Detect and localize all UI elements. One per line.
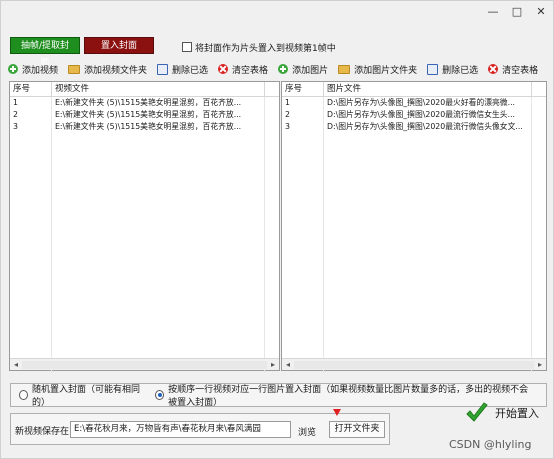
first-frame-checkbox[interactable] [182, 42, 192, 52]
scroll-track[interactable] [22, 360, 267, 369]
clear-icon [218, 64, 229, 74]
start-label: 开始置入 [495, 407, 539, 420]
title-bar: — □ ✕ [1, 1, 553, 27]
column-header-no[interactable]: 序号 [282, 82, 324, 96]
table-row[interactable]: 1 D:\图片另存为\头像图_撰图\2020最火好看的漂亮微... [282, 97, 546, 109]
folder-icon [338, 64, 351, 74]
add-video-button[interactable]: 添加视频 [8, 61, 58, 77]
row-number: 3 [282, 121, 324, 133]
delete-selected-images-button[interactable]: 删除已选 [427, 61, 478, 77]
scroll-track[interactable] [294, 360, 534, 369]
row-file: D:\图片另存为\头像图_撰图\2020最流行微信头像女文... [324, 121, 532, 133]
folder-icon [68, 64, 81, 74]
video-table[interactable]: 序号 视频文件 1 E:\新建文件夹 (5)\1515美艳女明星混剪，百花齐放.… [9, 81, 280, 373]
table-empty-area [282, 133, 546, 373]
table-row[interactable]: 2 E:\新建文件夹 (5)\1515美艳女明星混剪，百花齐放... [10, 109, 279, 121]
add-image-button[interactable]: 添加图片 [278, 61, 328, 77]
add-icon [8, 64, 18, 74]
watermark: CSDN @hlyling [449, 438, 532, 451]
toolbar: 添加视频 添加视频文件夹 删除已选 清空表格 添加图片 添加图片文件夹 删除已选 [8, 61, 548, 77]
add-image-folder-label: 添加图片文件夹 [354, 65, 418, 76]
add-icon [278, 64, 289, 74]
first-frame-label: 将封面作为片头置入到视频第1帧中 [195, 43, 336, 54]
add-image-folder-button[interactable]: 添加图片文件夹 [338, 61, 417, 77]
table-empty-area [10, 133, 279, 373]
image-table[interactable]: 序号 图片文件 1 D:\图片另存为\头像图_撰图\2020最火好看的漂亮微..… [281, 81, 547, 373]
random-mode-label: 随机置入封面（可能有相同的） [32, 385, 141, 408]
maximize-button[interactable]: □ [507, 4, 527, 20]
table-row[interactable]: 2 D:\图片另存为\头像图_撰图\2020最流行微信女生头... [282, 109, 546, 121]
open-folder-button[interactable]: 打开文件夹 [329, 421, 385, 438]
row-number: 1 [282, 97, 324, 109]
clear-table-label: 清空表格 [232, 65, 269, 76]
scroll-left-icon[interactable]: ◂ [10, 359, 22, 371]
table-row[interactable]: 3 E:\新建文件夹 (5)\1515美艳女明星混剪，百花齐放... [10, 121, 279, 133]
app-window: — □ ✕ 抽帧/提取封面 置入封面 将封面作为片头置入到视频第1帧中 添加视频… [0, 0, 554, 459]
table-row[interactable]: 1 E:\新建文件夹 (5)\1515美艳女明星混剪，百花齐放... [10, 97, 279, 109]
save-location-label: 新视频保存在: [15, 427, 73, 437]
row-file: D:\图片另存为\头像图_撰图\2020最流行微信女生头... [324, 109, 532, 121]
save-path-field[interactable]: E:\春花秋月来，万物皆有声\春花秋月来\春风满园 [70, 421, 291, 438]
save-location-group: 新视频保存在: E:\春花秋月来，万物皆有声\春花秋月来\春风满园 浏览 打开文… [10, 413, 390, 445]
random-mode-option[interactable]: 随机置入封面（可能有相同的） [19, 382, 143, 408]
start-button[interactable]: 开始置入 [465, 393, 547, 441]
column-header-video-file[interactable]: 视频文件 [52, 82, 265, 96]
first-frame-option[interactable]: 将封面作为片头置入到视频第1帧中 [182, 41, 336, 54]
tab-extract-cover[interactable]: 抽帧/提取封面 [10, 37, 80, 68]
scroll-left-icon[interactable]: ◂ [282, 359, 294, 371]
minimize-button[interactable]: — [483, 4, 503, 20]
video-table-header: 序号 视频文件 [10, 82, 279, 97]
column-header-no[interactable]: 序号 [10, 82, 52, 96]
row-number: 2 [10, 109, 52, 121]
checkmark-icon [466, 402, 488, 422]
clear-image-table-button[interactable]: 清空表格 [488, 61, 538, 77]
row-file: E:\新建文件夹 (5)\1515美艳女明星混剪，百花齐放... [52, 109, 265, 121]
table-row[interactable]: 3 D:\图片另存为\头像图_撰图\2020最流行微信头像女文... [282, 121, 546, 133]
scroll-right-icon[interactable]: ▸ [267, 359, 279, 371]
row-number: 3 [10, 121, 52, 133]
delete-selected-videos-button[interactable]: 删除已选 [157, 61, 208, 77]
clear-table-label: 清空表格 [502, 65, 539, 76]
add-video-folder-label: 添加视频文件夹 [84, 65, 148, 76]
red-arrow-annotation [333, 409, 341, 416]
add-video-label: 添加视频 [22, 65, 59, 76]
tab-place-cover[interactable]: 置入封面 [84, 37, 154, 54]
delete-selected-label: 删除已选 [442, 65, 479, 76]
clear-icon [488, 64, 499, 74]
row-file: D:\图片另存为\头像图_撰图\2020最火好看的漂亮微... [324, 97, 532, 109]
browse-button[interactable]: 浏览 [298, 425, 316, 438]
horizontal-scrollbar[interactable]: ◂ ▸ [282, 358, 546, 370]
row-file: E:\新建文件夹 (5)\1515美艳女明星混剪，百花齐放... [52, 97, 265, 109]
row-number: 1 [10, 97, 52, 109]
image-table-header: 序号 图片文件 [282, 82, 546, 97]
scroll-right-icon[interactable]: ▸ [534, 359, 546, 371]
delete-icon [157, 63, 169, 75]
row-number: 2 [282, 109, 324, 121]
column-header-image-file[interactable]: 图片文件 [324, 82, 532, 96]
row-file: E:\新建文件夹 (5)\1515美艳女明星混剪，百花齐放... [52, 121, 265, 133]
sequential-mode-radio[interactable] [154, 390, 165, 400]
close-button[interactable]: ✕ [531, 4, 551, 20]
delete-icon [427, 63, 439, 75]
clear-video-table-button[interactable]: 清空表格 [218, 61, 268, 77]
add-image-label: 添加图片 [292, 65, 329, 76]
horizontal-scrollbar[interactable]: ◂ ▸ [10, 358, 279, 370]
delete-selected-label: 删除已选 [172, 65, 209, 76]
random-mode-radio[interactable] [19, 390, 29, 400]
add-video-folder-button[interactable]: 添加视频文件夹 [68, 61, 147, 77]
